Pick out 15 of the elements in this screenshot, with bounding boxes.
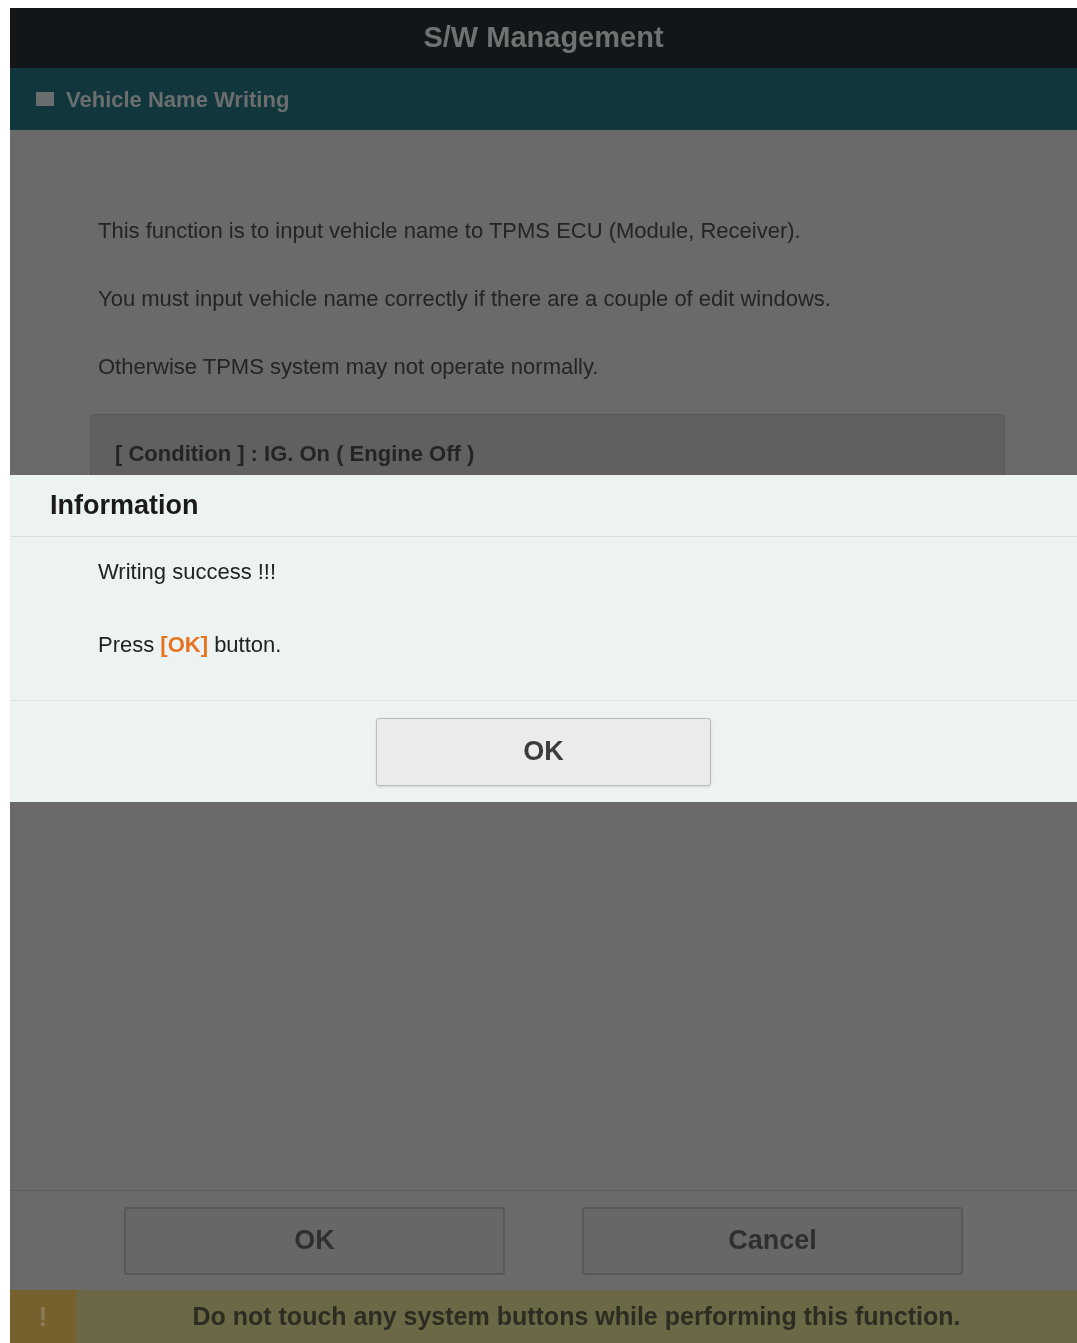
condition-text: [ Condition ] : IG. On ( Engine Off ) [115, 441, 475, 466]
dialog-title: Information [50, 489, 199, 523]
square-icon [36, 92, 54, 106]
dialog-action-button[interactable]: Cancel [582, 1206, 963, 1275]
warning-text: Do not touch any system buttons while performing this function. [191, 1300, 962, 1332]
dialog-action-button[interactable]: OK [124, 1206, 505, 1275]
dialog-message: Writing success !!! [98, 558, 278, 586]
ok-button[interactable]: OK [376, 717, 711, 786]
window-title: S/W Management [423, 20, 664, 56]
dialog-message: Press [OK] button. [98, 631, 283, 659]
description-text: You must input vehicle name correctly if there are a couple of edit windows. [98, 285, 832, 313]
warning-icon: ! [10, 1290, 76, 1343]
description-text: Otherwise TPMS system may not operate normally. [98, 353, 600, 381]
description-text: This function is to input vehicle name to TPMS ECU (Module, Receiver). [98, 217, 802, 245]
section-title: Vehicle Name Writing [66, 85, 290, 114]
